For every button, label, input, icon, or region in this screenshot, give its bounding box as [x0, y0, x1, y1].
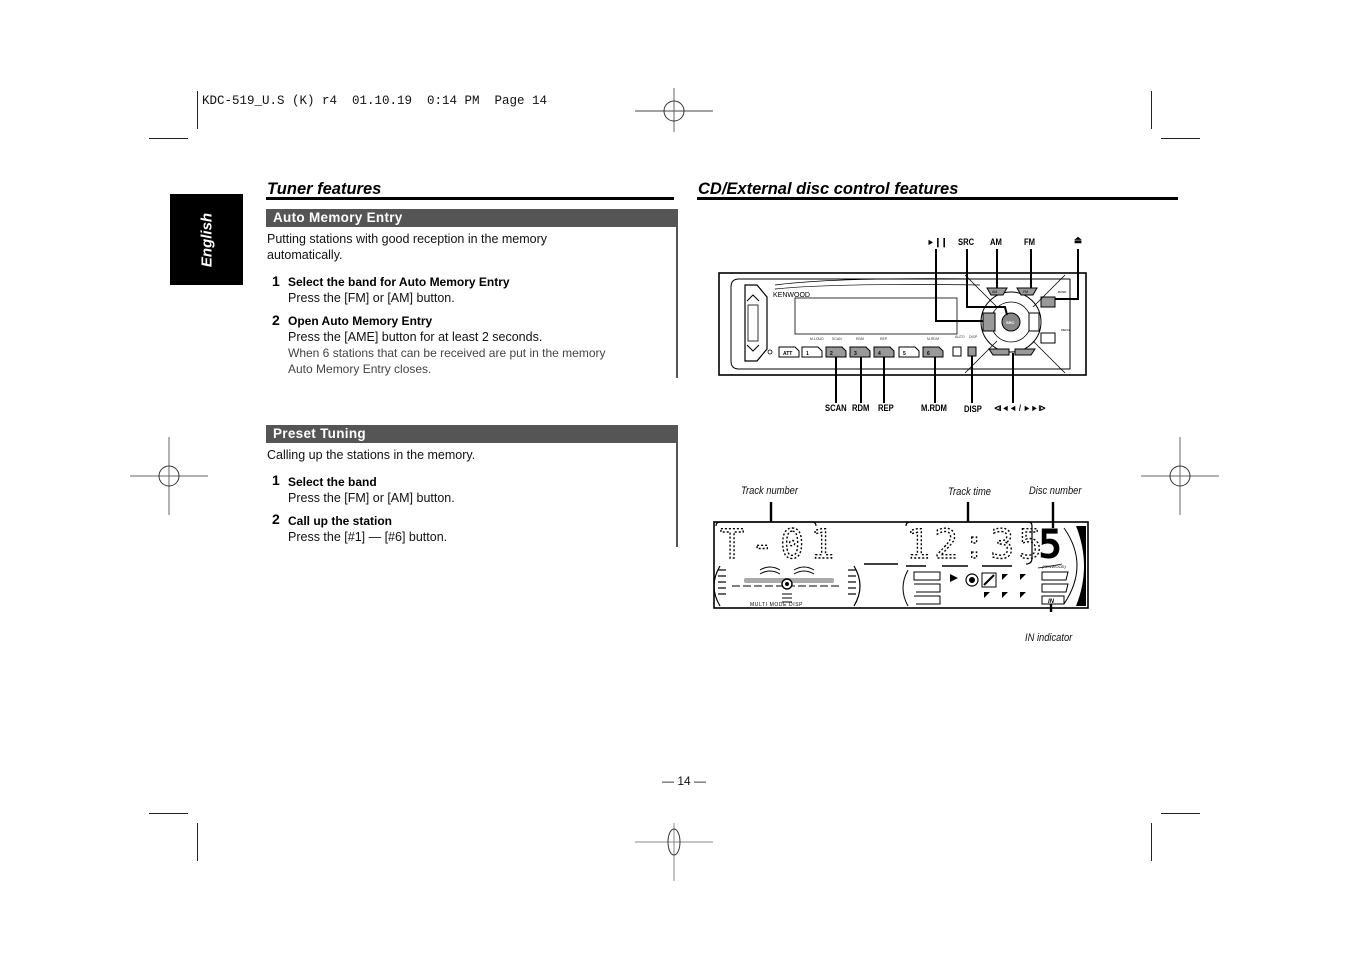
lcd-track-value: T-01 [720, 522, 840, 568]
crop-mark [1161, 138, 1200, 139]
step-number: 1 [272, 472, 280, 488]
section-rule [697, 197, 1178, 200]
step-text: Press the [FM] or [AM] button. [288, 291, 455, 305]
label-rdm: RDM [852, 403, 870, 413]
lcd-disc-value: 5 [1038, 522, 1062, 568]
crop-mark [149, 138, 188, 139]
print-header: KDC-519_U.S (K) r4 01.10.19 0:14 PM Page… [202, 94, 548, 108]
step-note: When 6 stations that can be received are… [288, 346, 606, 360]
svg-text:DISP: DISP [969, 335, 978, 339]
svg-text:MENU: MENU [1061, 328, 1070, 332]
svg-text:ATT: ATT [783, 351, 792, 357]
subsection-bar-auto-memory: Auto Memory Entry [266, 209, 678, 227]
label-disp: DISP [964, 404, 982, 414]
svg-text:4: 4 [878, 351, 881, 357]
svg-text:BAND: BAND [1058, 290, 1067, 294]
svg-text:M.LOUD: M.LOUD [810, 337, 824, 341]
step-text: Press the [#1] — [#6] button. [288, 530, 448, 544]
caption-track-number: Track number [741, 485, 798, 497]
step-number: 2 [272, 511, 280, 527]
step-text: Press the [AME] button for at least 2 se… [288, 330, 543, 344]
crop-mark [1161, 813, 1200, 814]
step-title: Select the band for Auto Memory Entry [288, 275, 510, 289]
step-title: Select the band [288, 475, 377, 489]
crop-mark [197, 91, 198, 129]
faceplate-illustration: KENWOOD M.LOUD SCAN RDM REP M.RDM AUTO D… [718, 249, 1087, 403]
column-rule [676, 209, 678, 378]
svg-text:5: 5 [903, 351, 906, 357]
lcd-time-value: 12:35 [906, 522, 1046, 568]
svg-text:SCAN: SCAN [832, 337, 842, 341]
registration-mark-left [130, 437, 208, 515]
caption-disc-number: Disc number [1029, 485, 1082, 497]
label-mrdm: M.RDM [921, 403, 947, 413]
crop-mark [197, 823, 198, 861]
subsection-bar-preset-tuning: Preset Tuning [266, 425, 678, 443]
registration-mark-top [635, 88, 713, 132]
section-rule [266, 197, 674, 200]
page-number: — 14 — [662, 774, 707, 788]
label-scan: SCAN [825, 403, 847, 413]
crop-mark [1151, 823, 1152, 861]
svg-text:(KENWOOD): (KENWOOD) [1042, 564, 1066, 569]
intro-text: Putting stations with good reception in … [267, 232, 548, 246]
step-title: Open Auto Memory Entry [288, 314, 433, 328]
svg-text:AM: AM [992, 290, 997, 294]
svg-text:6: 6 [927, 351, 930, 357]
svg-text:2: 2 [830, 351, 833, 357]
registration-mark-right [1141, 437, 1219, 515]
registration-mark-bottom [635, 823, 713, 881]
svg-text:RDM: RDM [856, 337, 864, 341]
svg-text:FM: FM [1023, 290, 1028, 294]
svg-text:REP: REP [880, 337, 888, 341]
column-rule [676, 425, 678, 547]
language-tab: English [170, 194, 243, 285]
step-title: Call up the station [288, 514, 393, 528]
step-number: 1 [272, 273, 280, 289]
svg-text:1: 1 [806, 351, 809, 357]
lcd-in-indicator: IN [1048, 599, 1055, 605]
svg-text:AUTO: AUTO [955, 335, 965, 339]
crop-mark [1151, 91, 1152, 129]
svg-text:M.RDM: M.RDM [927, 337, 939, 341]
label-track-skip: ⧏◄◄ / ►►⧐ [994, 403, 1046, 413]
step-text: Press the [FM] or [AM] button. [288, 491, 455, 505]
step-note: Auto Memory Entry closes. [288, 362, 432, 376]
caption-in-indicator: IN indicator [1025, 632, 1073, 644]
intro-text: Calling up the stations in the memory. [267, 448, 476, 462]
crop-mark [149, 813, 188, 814]
lcd-mode-text: MULTI MODE DISP [750, 602, 803, 608]
caption-track-time: Track time [948, 486, 991, 498]
label-rep: REP [878, 403, 894, 413]
lcd-display-illustration: T-01 12:35 5 MULTI MODE DISP (KENWOOD) I… [713, 502, 1089, 612]
svg-text:SRC: SRC [1006, 320, 1015, 325]
language-tab-label: English [198, 212, 215, 267]
step-number: 2 [272, 312, 280, 328]
svg-text:3: 3 [854, 351, 857, 357]
intro-text: automatically. [267, 248, 343, 262]
